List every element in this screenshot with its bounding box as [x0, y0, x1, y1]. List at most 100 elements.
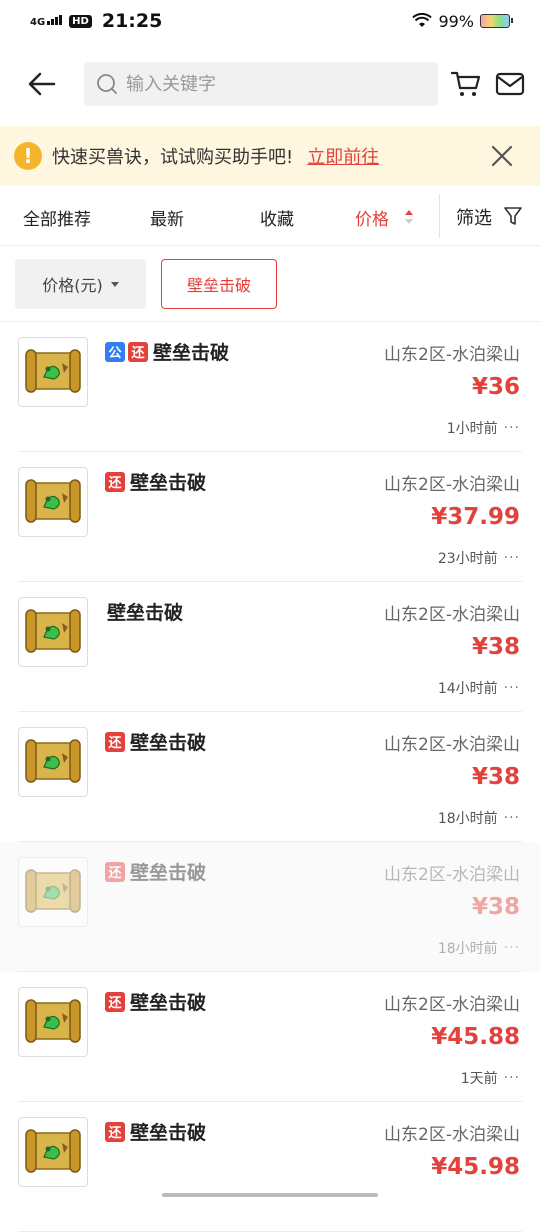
item-scroll-icon: [18, 1117, 88, 1187]
status-bar: 4G HD 21:25 99%: [0, 0, 540, 42]
listing-row-content: 还壁垒击破 山东2区-水泊梁山 ¥38 18小时前 ···: [0, 712, 540, 842]
public-tag: 公: [105, 341, 125, 362]
close-icon[interactable]: [488, 142, 516, 170]
listing-row[interactable]: 壁垒击破 山东2区-水泊梁山 ¥38 14小时前 ···: [0, 582, 540, 712]
item-server: 山东2区-水泊梁山: [384, 735, 520, 755]
item-title-wrap: 还壁垒击破: [105, 728, 206, 755]
item-price: ¥38: [471, 894, 520, 920]
top-bar: [0, 56, 540, 112]
listing-row[interactable]: 还壁垒击破 山东2区-水泊梁山 ¥38 18小时前 ···: [0, 842, 540, 972]
listing-row[interactable]: 公还壁垒击破 山东2区-水泊梁山 ¥36 1小时前 ···: [0, 322, 540, 452]
item-title: 壁垒击破: [130, 1122, 207, 1144]
sort-divider: [439, 194, 440, 238]
mail-icon[interactable]: [492, 66, 528, 102]
more-icon[interactable]: ···: [504, 420, 520, 436]
listing-list: 公还壁垒击破 山东2区-水泊梁山 ¥36 1小时前 ··· 还壁垒击破 山东2区-水泊梁山 ¥…: [0, 322, 540, 1232]
tab-all-recommend[interactable]: 全部推荐: [23, 205, 91, 230]
notice-go-link[interactable]: 立即前往: [307, 143, 379, 169]
cart-icon[interactable]: [448, 66, 484, 102]
item-time-text: 23小时前: [437, 551, 498, 567]
item-time: 1天前 ···: [461, 1068, 520, 1088]
item-scroll-icon: [18, 597, 88, 667]
filter-icon[interactable]: [504, 206, 522, 226]
more-icon[interactable]: ···: [504, 940, 520, 956]
home-indicator[interactable]: [162, 1193, 378, 1197]
search-box[interactable]: [84, 62, 438, 106]
battery-percent: 99%: [438, 11, 474, 31]
item-title: 壁垒击破: [153, 342, 230, 364]
item-title: 壁垒击破: [130, 732, 207, 754]
item-title-wrap: 公还壁垒击破: [105, 338, 229, 365]
price-chip-label: 价格(元): [42, 276, 103, 295]
bargain-tag: 还: [105, 991, 125, 1012]
item-server: 山东2区-水泊梁山: [384, 475, 520, 495]
wifi-icon: [412, 13, 433, 27]
item-time-text: 14小时前: [437, 681, 498, 697]
bargain-tag: 还: [128, 341, 148, 362]
item-filter-chip[interactable]: 壁垒击破: [161, 259, 277, 309]
listing-row-content: 公还壁垒击破 山东2区-水泊梁山 ¥36 1小时前 ···: [0, 322, 540, 452]
listing-row-content: 还壁垒击破 山东2区-水泊梁山 ¥37.99 23小时前 ···: [0, 452, 540, 582]
more-icon[interactable]: ···: [504, 810, 520, 826]
search-input[interactable]: [124, 72, 418, 96]
sort-bar: 全部推荐 最新 收藏 价格 筛选: [0, 186, 540, 246]
listing-row-content: 还壁垒击破 山东2区-水泊梁山 ¥45.88 1天前 ···: [0, 972, 540, 1102]
item-title: 壁垒击破: [130, 472, 207, 494]
battery-icon: [480, 14, 513, 28]
tab-price[interactable]: 价格: [355, 205, 389, 230]
listing-row[interactable]: 还壁垒击破 山东2区-水泊梁山 ¥37.99 23小时前 ···: [0, 452, 540, 582]
item-time: 23小时前 ···: [438, 548, 520, 568]
item-price: ¥45.88: [431, 1024, 520, 1050]
filter-button[interactable]: 筛选: [456, 204, 492, 230]
more-icon[interactable]: ···: [504, 680, 520, 696]
search-icon: [96, 73, 118, 95]
back-arrow-icon[interactable]: [12, 56, 72, 112]
item-title-wrap: 还壁垒击破: [105, 1118, 206, 1145]
item-server: 山东2区-水泊梁山: [384, 345, 520, 365]
item-time-text: 1小时前: [446, 421, 498, 437]
listing-row-content: 壁垒击破 山东2区-水泊梁山 ¥38 14小时前 ···: [0, 582, 540, 712]
item-title-wrap: 还壁垒击破: [105, 988, 206, 1015]
item-title: 壁垒击破: [107, 602, 184, 624]
item-price: ¥45.98: [431, 1154, 520, 1180]
item-price: ¥38: [471, 764, 520, 790]
tab-newest[interactable]: 最新: [150, 205, 184, 230]
item-time: 18小时前 ···: [438, 808, 520, 828]
caret-down-icon: [110, 281, 119, 287]
item-scroll-icon: [18, 467, 88, 537]
listing-row[interactable]: 还壁垒击破 山东2区-水泊梁山 ¥38 18小时前 ···: [0, 712, 540, 842]
chip-bar: 价格(元) 壁垒击破: [0, 246, 540, 322]
warning-icon: !: [14, 142, 42, 170]
network-type: 4G: [30, 16, 46, 28]
notice-banner: ! 快速买兽诀，试试购买助手吧! 立即前往: [0, 126, 540, 186]
item-scroll-icon: [18, 857, 88, 927]
listing-row[interactable]: 还壁垒击破 山东2区-水泊梁山 ¥45.88 1天前 ···: [0, 972, 540, 1102]
item-time: 14小时前 ···: [438, 678, 520, 698]
sort-arrows-icon: [405, 210, 413, 224]
item-title: 壁垒击破: [130, 992, 207, 1014]
item-server: 山东2区-水泊梁山: [384, 605, 520, 625]
listing-row-content: 还壁垒击破 山东2区-水泊梁山 ¥38 18小时前 ···: [0, 842, 540, 972]
status-time: 21:25: [101, 10, 163, 32]
status-right: 99%: [412, 11, 513, 31]
item-price: ¥38: [471, 634, 520, 660]
item-time-text: 1天前: [460, 1071, 498, 1087]
signal-icon: 4G: [30, 14, 63, 28]
item-title-wrap: 还壁垒击破: [105, 468, 206, 495]
more-icon[interactable]: ···: [504, 1070, 520, 1086]
more-icon[interactable]: ···: [504, 550, 520, 566]
bargain-tag: 还: [105, 861, 125, 882]
item-price: ¥37.99: [431, 504, 520, 530]
item-scroll-icon: [18, 987, 88, 1057]
listing-row-content: 还壁垒击破 山东2区-水泊梁山 ¥45.98: [0, 1102, 540, 1232]
item-time-text: 18小时前: [437, 941, 498, 957]
item-scroll-icon: [18, 337, 88, 407]
price-filter-chip[interactable]: 价格(元): [15, 259, 146, 309]
item-title: 壁垒击破: [130, 862, 207, 884]
tab-favorites[interactable]: 收藏: [260, 205, 294, 230]
listing-row[interactable]: 还壁垒击破 山东2区-水泊梁山 ¥45.98: [0, 1102, 540, 1232]
bargain-tag: 还: [105, 731, 125, 752]
notice-text: 快速买兽诀，试试购买助手吧!: [52, 147, 294, 168]
item-time: 1小时前 ···: [447, 418, 520, 438]
item-scroll-icon: [18, 727, 88, 797]
